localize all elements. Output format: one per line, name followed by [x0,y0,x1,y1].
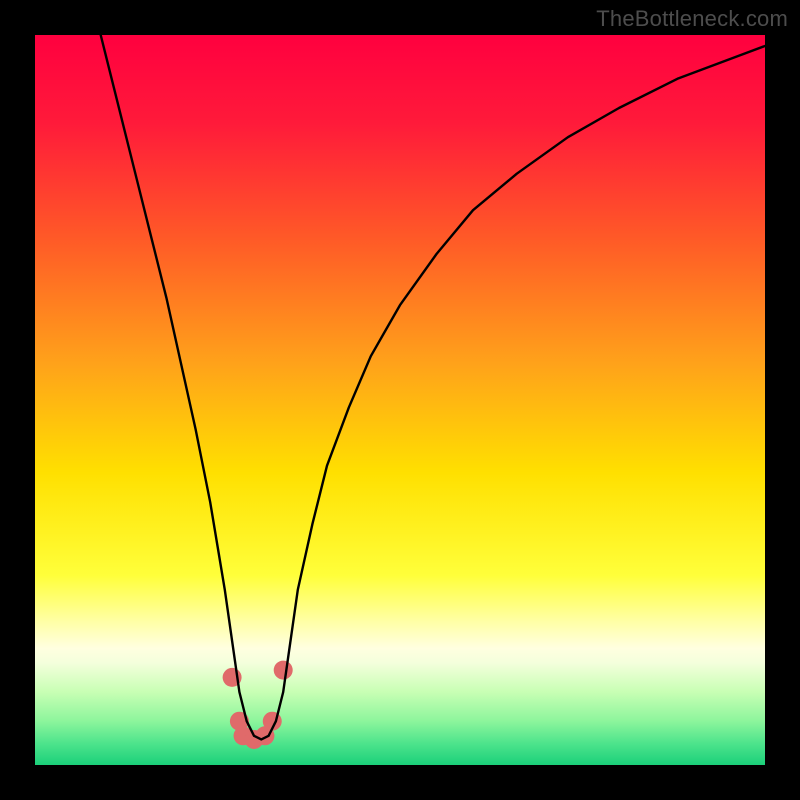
bottleneck-chart [35,35,765,765]
gradient-background [35,35,765,765]
plot-area [35,35,765,765]
watermark-text: TheBottleneck.com [596,6,788,32]
chart-frame: TheBottleneck.com [0,0,800,800]
curve-marker [274,661,293,680]
